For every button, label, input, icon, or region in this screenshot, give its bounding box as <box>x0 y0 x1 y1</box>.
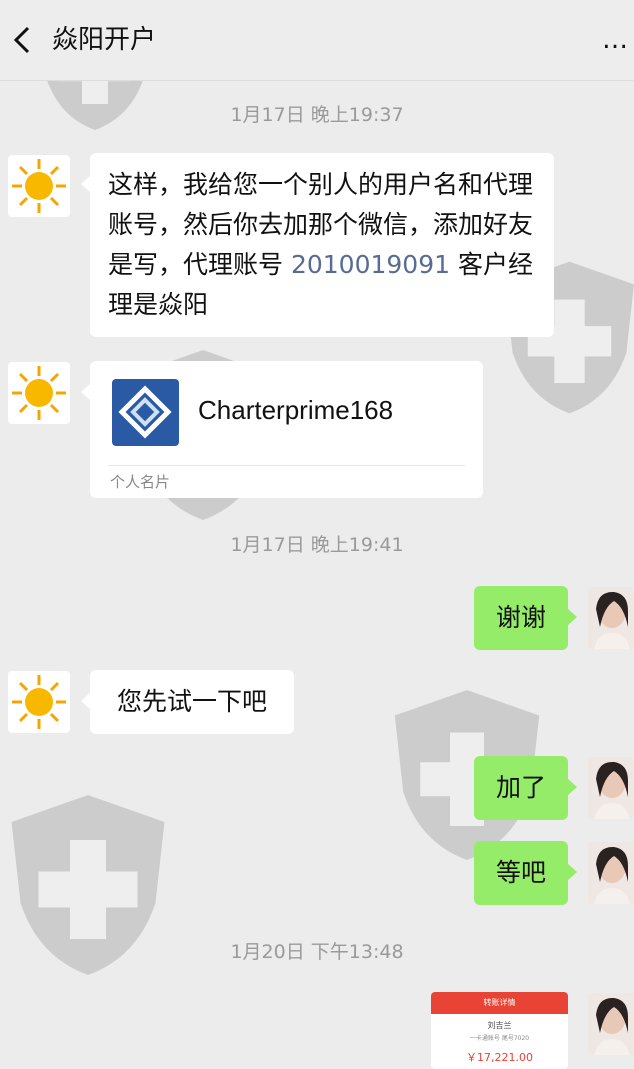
transfer-screenshot-image[interactable]: 转账详情 刘吉兰 一卡通账号 尾号7020 ￥17,221.00 <box>431 992 568 1069</box>
contact-avatar[interactable] <box>8 362 70 424</box>
timestamp: 1月17日 晚上19:41 <box>230 534 404 556</box>
contact-avatar[interactable] <box>8 155 70 217</box>
my-avatar[interactable] <box>588 587 634 649</box>
card-divider <box>108 465 465 466</box>
message-bubble[interactable]: 加了 <box>474 756 577 820</box>
card-name: Charterprime168 <box>198 395 394 425</box>
timestamp: 1月17日 晚上19:37 <box>230 104 404 126</box>
message-text: 加了 <box>495 773 546 802</box>
sun-icon <box>12 159 66 213</box>
my-avatar[interactable] <box>588 842 634 904</box>
back-arrow-icon[interactable] <box>8 20 38 60</box>
transfer-title: 转账详情 <box>431 992 568 1014</box>
user-photo-icon <box>588 757 634 819</box>
user-photo-icon <box>588 587 634 649</box>
message-text: 等吧 <box>495 858 546 887</box>
user-photo-icon <box>588 842 634 904</box>
timestamp: 1月20日 下午13:48 <box>230 941 404 963</box>
message-bubble[interactable]: 谢谢 <box>474 586 577 650</box>
chat-title: 焱阳开户 <box>52 25 157 55</box>
card-logo-icon <box>112 379 179 446</box>
transfer-account: 一卡通账号 尾号7020 <box>469 1035 530 1042</box>
more-options-icon[interactable]: … <box>602 20 630 60</box>
message-bubble[interactable]: 这样，我给您一个别人的用户名和代理账号，然后你去加那个微信，添加好友是写，代理账… <box>81 153 554 337</box>
chat-header: 焱阳开户 … <box>0 0 634 81</box>
message-bubble[interactable]: 您先试一下吧 <box>81 670 294 734</box>
transfer-amount: ￥17,221.00 <box>466 1051 533 1064</box>
transfer-recipient: 刘吉兰 <box>487 1021 512 1030</box>
message-text: 您先试一下吧 <box>116 687 267 716</box>
card-label: 个人名片 <box>110 473 171 491</box>
phone-number-link[interactable]: 2010019091 <box>291 250 450 279</box>
my-avatar[interactable] <box>588 993 634 1055</box>
sun-icon <box>12 675 66 729</box>
sun-icon <box>12 366 66 420</box>
contact-avatar[interactable] <box>8 671 70 733</box>
my-avatar[interactable] <box>588 757 634 819</box>
message-bubble[interactable]: 等吧 <box>474 841 577 905</box>
user-photo-icon <box>588 993 634 1055</box>
contact-card[interactable]: Charterprime168 个人名片 <box>81 361 483 498</box>
message-text: 谢谢 <box>495 603 546 632</box>
